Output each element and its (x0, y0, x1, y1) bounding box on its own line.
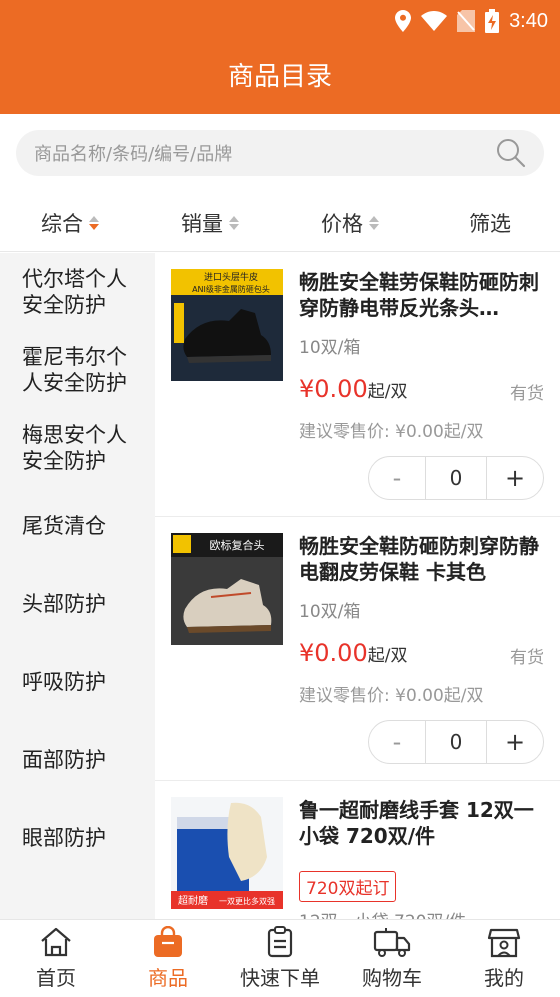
truck-cart-icon (373, 928, 411, 957)
price-unit: 起/双 (367, 382, 408, 402)
quantity-stepper: - 0 + (368, 720, 544, 764)
thumb-text: ANI级非金属防砸包头 (192, 284, 270, 294)
category-item[interactable]: 面部防护 (0, 721, 155, 799)
category-label: 尾货清仓 (22, 514, 106, 538)
tab-products[interactable]: 商品 (112, 920, 224, 997)
sort-bar: 综合 销量 价格 筛选 (0, 194, 560, 252)
category-item[interactable]: 呼吸防护 (0, 643, 155, 721)
sort-arrows-icon (369, 215, 379, 230)
category-label: 眼部防护 (22, 826, 106, 850)
sort-price[interactable]: 价格 (280, 194, 420, 251)
price-value: ¥0.00 (299, 375, 368, 403)
category-label: 头部防护 (22, 592, 106, 616)
quantity-input[interactable]: 0 (425, 721, 487, 763)
sort-price-label: 价格 (321, 211, 363, 236)
stock-status: 有货 (510, 648, 544, 668)
product-name[interactable]: 畅胜安全鞋劳保鞋防砸防刺穿防静电带反光条头… (299, 269, 549, 321)
sort-comprehensive-label: 综合 (41, 211, 83, 236)
battery-charging-icon (485, 9, 500, 33)
quantity-stepper: - 0 + (368, 456, 544, 500)
product-price: ¥0.00起/双 (299, 639, 407, 667)
thumb-text: 超耐磨 (178, 894, 208, 907)
tab-quick-order-label: 快速下单 (240, 966, 320, 990)
product-list: 进口头层牛皮 ANI级非金属防砸包头 畅胜安全鞋劳保鞋防砸防刺穿防静电带反光条头… (155, 253, 560, 919)
category-item[interactable]: 霍尼韦尔个人安全防护 (0, 331, 155, 409)
bottom-tab-bar: 首页 商品 快速下单 购物车 我的 (0, 919, 560, 997)
tab-products-label: 商品 (148, 966, 188, 990)
category-label: 霍尼韦尔个人安全防护 (22, 345, 127, 395)
tab-me[interactable]: 我的 (448, 920, 560, 997)
search-icon[interactable] (496, 138, 526, 168)
thumb-text: 进口头层牛皮 (204, 271, 258, 283)
stock-status: 有货 (510, 384, 544, 404)
status-time: 3:40 (509, 9, 548, 32)
category-sidebar: 代尔塔个人安全防护 霍尼韦尔个人安全防护 梅思安个人安全防护 尾货清仓 头部防护… (0, 253, 155, 919)
product-item[interactable]: 欧标复合头 畅胜安全鞋防砸防刺穿防静电翻皮劳保鞋 卡其色 10双/箱 ¥0.00… (155, 517, 560, 781)
retail-price: 建议零售价: ¥0.00起/双 (299, 686, 484, 706)
location-icon (395, 10, 412, 32)
product-image[interactable]: 超耐磨 一双更比多双强 (171, 797, 283, 909)
category-label: 梅思安个人安全防护 (22, 423, 127, 473)
home-icon (41, 927, 71, 957)
tab-quick-order[interactable]: 快速下单 (224, 920, 336, 997)
category-item[interactable]: 头部防护 (0, 565, 155, 643)
tab-me-label: 我的 (484, 966, 524, 990)
decrease-button[interactable]: - (369, 457, 425, 499)
bag-icon (154, 926, 182, 957)
filter-button[interactable]: 筛选 (420, 194, 560, 251)
store-user-icon (487, 928, 521, 958)
product-price: ¥0.00起/双 (299, 375, 407, 403)
app-header: 3:40 商品目录 (0, 0, 560, 114)
page-title: 商品目录 (227, 62, 332, 92)
retail-price: 建议零售价: ¥0.00起/双 (299, 422, 484, 442)
category-label: 代尔塔个人安全防护 (22, 267, 127, 317)
category-label: 面部防护 (22, 748, 106, 772)
filter-label: 筛选 (469, 211, 511, 236)
product-item[interactable]: 超耐磨 一双更比多双强 鲁一超耐磨线手套 12双一小袋 720双/件 720双起… (155, 781, 560, 919)
no-sim-icon (457, 10, 476, 32)
tab-cart-label: 购物车 (362, 966, 422, 990)
category-item[interactable]: 尾货清仓 (0, 487, 155, 565)
tab-cart[interactable]: 购物车 (336, 920, 448, 997)
product-spec: 12双一小袋 720双/件 (299, 907, 466, 919)
product-spec: 10双/箱 (299, 602, 361, 622)
product-name[interactable]: 畅胜安全鞋防砸防刺穿防静电翻皮劳保鞋 卡其色 (299, 533, 549, 585)
min-order-badge: 720双起订 (299, 871, 397, 902)
quantity-input[interactable]: 0 (425, 457, 487, 499)
product-image[interactable]: 进口头层牛皮 ANI级非金属防砸包头 (171, 269, 283, 381)
clipboard-icon (267, 926, 293, 958)
product-spec: 10双/箱 (299, 338, 361, 358)
status-bar: 3:40 (395, 6, 548, 36)
price-unit: 起/双 (367, 646, 408, 666)
category-item[interactable]: 代尔塔个人安全防护 (0, 253, 155, 331)
sort-arrows-icon (229, 215, 239, 230)
category-item[interactable]: 梅思安个人安全防护 (0, 409, 155, 487)
increase-button[interactable]: + (487, 721, 543, 763)
search-placeholder: 商品名称/条码/编号/品牌 (34, 144, 233, 165)
tab-home-label: 首页 (36, 966, 76, 990)
thumb-text: 欧标复合头 (210, 538, 265, 552)
sort-arrows-icon (89, 215, 99, 230)
search-section: 商品名称/条码/编号/品牌 (0, 114, 560, 194)
sort-comprehensive[interactable]: 综合 (0, 194, 140, 251)
product-item[interactable]: 进口头层牛皮 ANI级非金属防砸包头 畅胜安全鞋劳保鞋防砸防刺穿防静电带反光条头… (155, 253, 560, 517)
category-label: 呼吸防护 (22, 670, 106, 694)
wifi-icon (421, 11, 448, 31)
decrease-button[interactable]: - (369, 721, 425, 763)
product-name[interactable]: 鲁一超耐磨线手套 12双一小袋 720双/件 (299, 797, 549, 849)
product-image[interactable]: 欧标复合头 (171, 533, 283, 645)
sort-sales-label: 销量 (181, 211, 223, 236)
increase-button[interactable]: + (487, 457, 543, 499)
thumb-text: 一双更比多双强 (219, 896, 275, 906)
sort-sales[interactable]: 销量 (140, 194, 280, 251)
category-item[interactable]: 眼部防护 (0, 799, 155, 877)
tab-home[interactable]: 首页 (0, 920, 112, 997)
search-input[interactable]: 商品名称/条码/编号/品牌 (16, 130, 544, 176)
price-value: ¥0.00 (299, 639, 368, 667)
